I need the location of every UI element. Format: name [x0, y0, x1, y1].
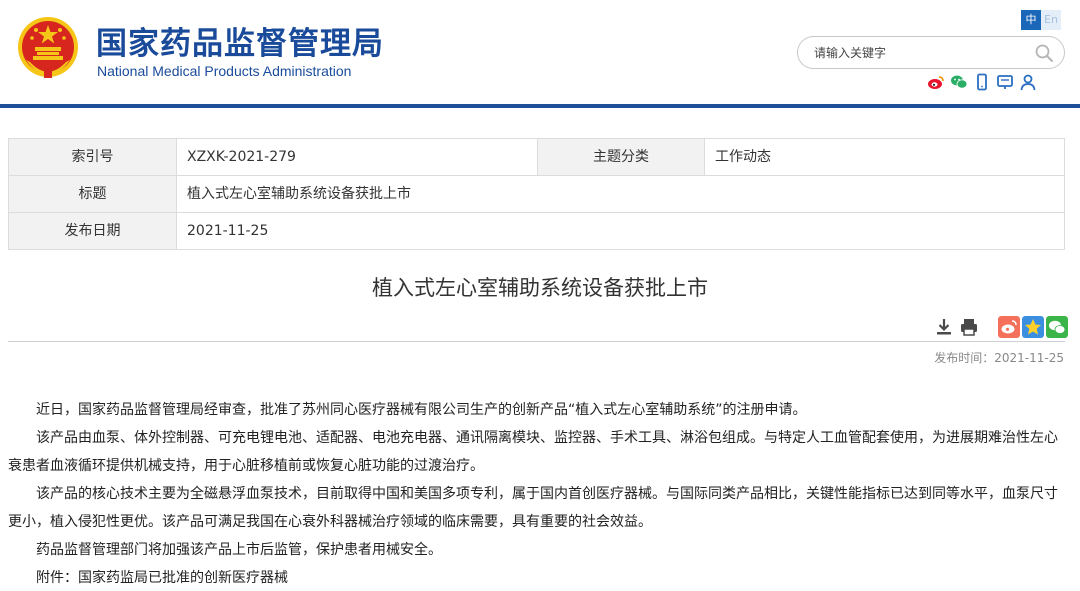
- search-box: [797, 36, 1065, 69]
- paragraph: 该产品由血泵、体外控制器、可充电锂电池、适配器、电池充电器、通讯隔离模块、监控器…: [8, 430, 1058, 474]
- site-title[interactable]: 国家药品监督管理局: [96, 18, 384, 63]
- share-qzone-icon[interactable]: [1022, 316, 1044, 338]
- message-icon[interactable]: [996, 73, 1014, 91]
- publish-time: 发布时间：2021-11-25: [934, 351, 1064, 365]
- meta-date-value: 2021-11-25: [187, 223, 269, 239]
- print-icon[interactable]: [959, 317, 979, 337]
- meta-category-label: 主题分类: [537, 139, 705, 175]
- meta-date-label: 发布日期: [9, 213, 177, 249]
- site-subtitle: National Medical Products Administration: [97, 63, 352, 79]
- attachment-link[interactable]: 附件：国家药监局已批准的创新医疗器械: [8, 564, 1066, 591]
- share-wechat-icon[interactable]: [1046, 316, 1068, 338]
- meta-row-title: 标题 植入式左心室辅助系统设备获批上市: [9, 176, 1064, 213]
- user-icon[interactable]: [1019, 73, 1037, 91]
- meta-category-value: 工作动态: [715, 149, 771, 165]
- lang-zh-button[interactable]: 中: [1021, 10, 1041, 30]
- paragraph: 近日，国家药品监督管理局经审查，批准了苏州同心医疗器械有限公司生产的创新产品“植…: [36, 402, 807, 418]
- search-icon[interactable]: [1034, 43, 1054, 63]
- language-switch: 中 En: [1021, 10, 1061, 30]
- article-tools: [934, 316, 1070, 338]
- meta-index-value: XZXK-2021-279: [187, 149, 296, 165]
- national-emblem-icon[interactable]: [16, 14, 80, 80]
- meta-row-index: 索引号 XZXK-2021-279 主题分类 工作动态: [9, 139, 1064, 176]
- meta-title-label: 标题: [9, 176, 177, 212]
- paragraph: 药品监督管理部门将加强该产品上市后监管，保护患者用械安全。: [36, 542, 442, 558]
- meta-row-date: 发布日期 2021-11-25: [9, 213, 1064, 250]
- search-input[interactable]: [814, 43, 1024, 63]
- paragraph: 该产品的核心技术主要为全磁悬浮血泵技术，目前取得中国和美国多项专利，属于国内首创…: [8, 486, 1058, 530]
- share-weibo-icon[interactable]: [998, 316, 1020, 338]
- download-icon[interactable]: [934, 317, 954, 337]
- weibo-icon[interactable]: [927, 73, 945, 91]
- article-body: 近日，国家药品监督管理局经审查，批准了苏州同心医疗器械有限公司生产的创新产品“植…: [8, 396, 1066, 591]
- meta-index-label: 索引号: [9, 139, 177, 175]
- mobile-icon[interactable]: [973, 73, 991, 91]
- wechat-icon[interactable]: [950, 73, 968, 91]
- lang-en-button[interactable]: En: [1041, 10, 1061, 30]
- meta-title-value: 植入式左心室辅助系统设备获批上市: [187, 186, 411, 202]
- header-divider: [0, 104, 1080, 108]
- site-header: 国家药品监督管理局 National Medical Products Admi…: [0, 0, 1080, 108]
- social-links: [927, 73, 1037, 91]
- article-title: 植入式左心室辅助系统设备获批上市: [372, 276, 708, 300]
- article-meta-table: 索引号 XZXK-2021-279 主题分类 工作动态 标题 植入式左心室辅助系…: [8, 138, 1065, 250]
- article-divider: [8, 341, 1065, 342]
